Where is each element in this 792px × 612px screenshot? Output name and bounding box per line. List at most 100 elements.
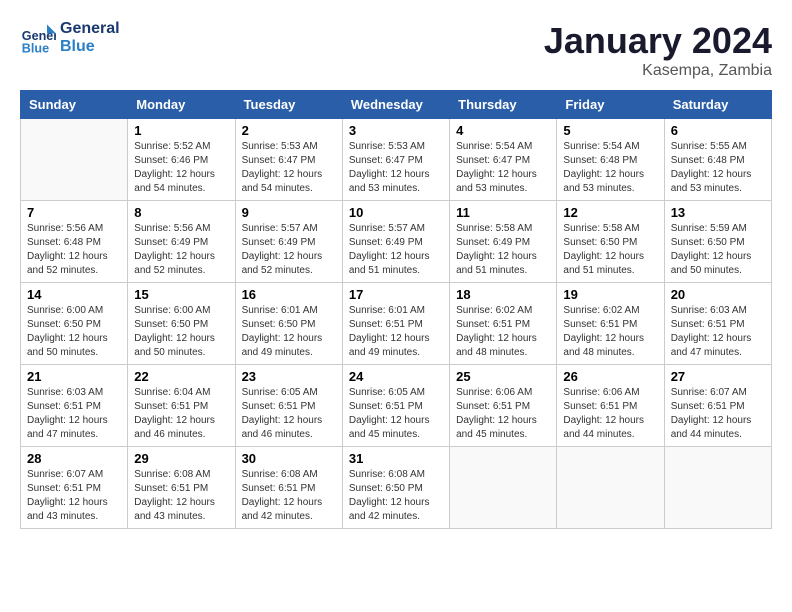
calendar-cell: 24Sunrise: 6:05 AMSunset: 6:51 PMDayligh…	[342, 365, 449, 447]
weekday-header-thursday: Thursday	[450, 91, 557, 119]
day-number: 11	[456, 205, 550, 220]
day-number: 9	[242, 205, 336, 220]
calendar-cell: 19Sunrise: 6:02 AMSunset: 6:51 PMDayligh…	[557, 283, 664, 365]
calendar-cell: 7 Sunrise: 5:56 AMSunset: 6:48 PMDaylight…	[21, 201, 128, 283]
day-info: Sunrise: 5:57 AMSunset: 6:49 PMDaylight:…	[349, 222, 443, 278]
day-info: Sunrise: 6:08 AMSunset: 6:51 PMDaylight:…	[134, 468, 228, 524]
weekday-header-sunday: Sunday	[21, 91, 128, 119]
day-number: 28	[27, 451, 121, 466]
day-number: 8	[134, 205, 228, 220]
day-number: 7	[27, 205, 121, 220]
day-info: Sunrise: 5:53 AMSunset: 6:47 PMDaylight:…	[349, 140, 443, 196]
day-info: Sunrise: 6:08 AMSunset: 6:50 PMDaylight:…	[349, 468, 443, 524]
calendar-cell: 16 Sunrise: 6:01 AMSunset: 6:50 PMDayligh…	[235, 283, 342, 365]
calendar-cell: 4 Sunrise: 5:54 AMSunset: 6:47 PMDaylight…	[450, 119, 557, 201]
day-info: Sunrise: 5:58 AMSunset: 6:49 PMDaylight:…	[456, 222, 550, 278]
location-subtitle: Kasempa, Zambia	[544, 62, 772, 80]
day-number: 1	[134, 123, 228, 138]
calendar-cell: 14Sunrise: 6:00 AMSunset: 6:50 PMDayligh…	[21, 283, 128, 365]
day-number: 4	[456, 123, 550, 138]
day-info: Sunrise: 5:54 AMSunset: 6:48 PMDaylight:…	[563, 140, 657, 196]
day-info: Sunrise: 5:59 AMSunset: 6:50 PMDaylight:…	[671, 222, 765, 278]
calendar-cell: 11 Sunrise: 5:58 AMSunset: 6:49 PMDayligh…	[450, 201, 557, 283]
day-number: 14	[27, 287, 121, 302]
day-number: 10	[349, 205, 443, 220]
weekday-header-wednesday: Wednesday	[342, 91, 449, 119]
week-row-5: 28Sunrise: 6:07 AMSunset: 6:51 PMDayligh…	[21, 447, 772, 529]
calendar-body: 1 Sunrise: 5:52 AMSunset: 6:46 PMDaylight…	[21, 119, 772, 529]
day-info: Sunrise: 6:01 AMSunset: 6:51 PMDaylight:…	[349, 304, 443, 360]
calendar-cell: 6Sunrise: 5:55 AMSunset: 6:48 PMDaylight…	[664, 119, 771, 201]
logo: General Blue General Blue	[20, 20, 120, 56]
calendar-cell: 21 Sunrise: 6:03 AMSunset: 6:51 PMDayligh…	[21, 365, 128, 447]
logo-line2: Blue	[60, 38, 120, 56]
calendar-cell: 1 Sunrise: 5:52 AMSunset: 6:46 PMDaylight…	[128, 119, 235, 201]
calendar-cell: 20Sunrise: 6:03 AMSunset: 6:51 PMDayligh…	[664, 283, 771, 365]
day-number: 27	[671, 369, 765, 384]
day-info: Sunrise: 6:01 AMSunset: 6:50 PMDaylight:…	[242, 304, 336, 360]
week-row-1: 1 Sunrise: 5:52 AMSunset: 6:46 PMDaylight…	[21, 119, 772, 201]
day-info: Sunrise: 6:05 AMSunset: 6:51 PMDaylight:…	[242, 386, 336, 442]
calendar-cell: 30Sunrise: 6:08 AMSunset: 6:51 PMDayligh…	[235, 447, 342, 529]
day-info: Sunrise: 5:56 AMSunset: 6:48 PMDaylight:…	[27, 222, 121, 278]
day-info: Sunrise: 6:03 AMSunset: 6:51 PMDaylight:…	[27, 386, 121, 442]
day-info: Sunrise: 6:07 AMSunset: 6:51 PMDaylight:…	[671, 386, 765, 442]
day-number: 19	[563, 287, 657, 302]
day-info: Sunrise: 5:52 AMSunset: 6:46 PMDaylight:…	[134, 140, 228, 196]
weekday-header-friday: Friday	[557, 91, 664, 119]
logo-line1: General	[60, 20, 120, 38]
weekday-header-row: SundayMondayTuesdayWednesdayThursdayFrid…	[21, 91, 772, 119]
calendar-cell: 12Sunrise: 5:58 AMSunset: 6:50 PMDayligh…	[557, 201, 664, 283]
day-number: 5	[563, 123, 657, 138]
page-header: General Blue General Blue January 2024 K…	[20, 20, 772, 80]
day-number: 26	[563, 369, 657, 384]
day-number: 21	[27, 369, 121, 384]
calendar-cell: 2Sunrise: 5:53 AMSunset: 6:47 PMDaylight…	[235, 119, 342, 201]
logo-text: General Blue	[60, 20, 120, 55]
title-area: January 2024 Kasempa, Zambia	[544, 20, 772, 80]
calendar-cell: 22Sunrise: 6:04 AMSunset: 6:51 PMDayligh…	[128, 365, 235, 447]
day-info: Sunrise: 5:57 AMSunset: 6:49 PMDaylight:…	[242, 222, 336, 278]
day-number: 29	[134, 451, 228, 466]
day-number: 13	[671, 205, 765, 220]
calendar-table: SundayMondayTuesdayWednesdayThursdayFrid…	[20, 90, 772, 529]
day-number: 25	[456, 369, 550, 384]
calendar-cell: 3 Sunrise: 5:53 AMSunset: 6:47 PMDaylight…	[342, 119, 449, 201]
day-number: 22	[134, 369, 228, 384]
calendar-cell: 29 Sunrise: 6:08 AMSunset: 6:51 PMDayligh…	[128, 447, 235, 529]
calendar-cell	[21, 119, 128, 201]
day-number: 24	[349, 369, 443, 384]
day-number: 16	[242, 287, 336, 302]
month-title: January 2024	[544, 20, 772, 62]
day-number: 3	[349, 123, 443, 138]
day-info: Sunrise: 5:54 AMSunset: 6:47 PMDaylight:…	[456, 140, 550, 196]
logo-icon: General Blue	[20, 20, 56, 56]
day-number: 12	[563, 205, 657, 220]
week-row-4: 21 Sunrise: 6:03 AMSunset: 6:51 PMDayligh…	[21, 365, 772, 447]
calendar-cell: 27 Sunrise: 6:07 AMSunset: 6:51 PMDayligh…	[664, 365, 771, 447]
calendar-cell: 25Sunrise: 6:06 AMSunset: 6:51 PMDayligh…	[450, 365, 557, 447]
day-info: Sunrise: 6:02 AMSunset: 6:51 PMDaylight:…	[456, 304, 550, 360]
calendar-cell: 17 Sunrise: 6:01 AMSunset: 6:51 PMDayligh…	[342, 283, 449, 365]
calendar-cell	[664, 447, 771, 529]
calendar-cell: 18 Sunrise: 6:02 AMSunset: 6:51 PMDayligh…	[450, 283, 557, 365]
calendar-cell: 13 Sunrise: 5:59 AMSunset: 6:50 PMDayligh…	[664, 201, 771, 283]
calendar-cell: 31 Sunrise: 6:08 AMSunset: 6:50 PMDayligh…	[342, 447, 449, 529]
calendar-cell	[450, 447, 557, 529]
day-number: 31	[349, 451, 443, 466]
day-number: 17	[349, 287, 443, 302]
calendar-cell: 28Sunrise: 6:07 AMSunset: 6:51 PMDayligh…	[21, 447, 128, 529]
day-info: Sunrise: 6:08 AMSunset: 6:51 PMDaylight:…	[242, 468, 336, 524]
day-number: 18	[456, 287, 550, 302]
day-number: 6	[671, 123, 765, 138]
day-number: 15	[134, 287, 228, 302]
calendar-cell: 10 Sunrise: 5:57 AMSunset: 6:49 PMDayligh…	[342, 201, 449, 283]
day-info: Sunrise: 5:56 AMSunset: 6:49 PMDaylight:…	[134, 222, 228, 278]
calendar-cell: 23Sunrise: 6:05 AMSunset: 6:51 PMDayligh…	[235, 365, 342, 447]
svg-text:Blue: Blue	[22, 41, 49, 55]
day-info: Sunrise: 6:06 AMSunset: 6:51 PMDaylight:…	[563, 386, 657, 442]
week-row-2: 7 Sunrise: 5:56 AMSunset: 6:48 PMDaylight…	[21, 201, 772, 283]
weekday-header-saturday: Saturday	[664, 91, 771, 119]
calendar-cell	[557, 447, 664, 529]
calendar-cell: 5 Sunrise: 5:54 AMSunset: 6:48 PMDaylight…	[557, 119, 664, 201]
